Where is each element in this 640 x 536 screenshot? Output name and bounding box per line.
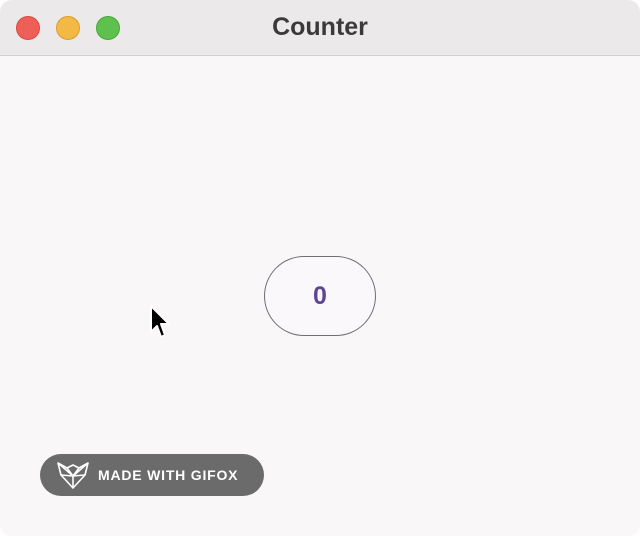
counter-button[interactable]: 0 <box>264 256 376 336</box>
badge-label: MADE WITH GIFOX <box>98 467 239 483</box>
fox-icon <box>57 462 89 489</box>
mouse-pointer-icon <box>150 305 170 338</box>
window-title: Counter <box>272 13 368 41</box>
title-bar[interactable]: Counter <box>0 0 640 56</box>
made-with-gifox-badge[interactable]: MADE WITH GIFOX <box>40 454 264 496</box>
counter-value: 0 <box>313 281 327 310</box>
app-window: Counter 0 MADE WITH GIFOX <box>0 0 640 536</box>
